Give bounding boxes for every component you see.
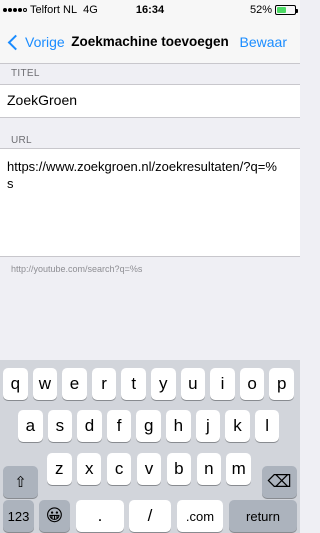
key-e[interactable]: e xyxy=(62,368,87,400)
dotcom-key[interactable]: .com xyxy=(177,500,223,532)
battery-level xyxy=(277,7,286,13)
emoji-key[interactable]: 😀 xyxy=(39,500,70,532)
key-m[interactable]: m xyxy=(226,453,251,485)
key-h[interactable]: h xyxy=(166,410,191,442)
key-u[interactable]: u xyxy=(180,368,206,400)
status-bar: Telfort NL 4G 16:34 52% xyxy=(0,0,300,20)
back-button-label: Vorige xyxy=(25,34,65,50)
key-z[interactable]: z xyxy=(47,453,72,485)
key-b[interactable]: b xyxy=(166,453,192,485)
key-s[interactable]: s xyxy=(47,410,73,442)
key-r[interactable]: r xyxy=(91,368,117,400)
url-field[interactable]: https://www.zoekgroen.nl/zoekresultaten/… xyxy=(7,158,277,192)
backspace-key[interactable]: ⌫ xyxy=(262,466,297,498)
backspace-icon: ⌫ xyxy=(267,472,292,491)
key-n[interactable]: n xyxy=(196,453,222,485)
url-section-header: URL xyxy=(11,135,32,146)
battery-tip xyxy=(296,9,298,13)
url-example-hint: http://youtube.com/search?q=%s xyxy=(11,264,143,274)
keyboard: ⇧ ⌫ 123 😀 . / .com return qwertyuiop asdf… xyxy=(0,360,300,533)
key-d[interactable]: d xyxy=(77,410,102,442)
key-p[interactable]: p xyxy=(269,368,294,400)
key-x[interactable]: x xyxy=(76,453,102,485)
page-title: Zoekmachine toevoegen xyxy=(71,34,229,49)
chevron-left-icon xyxy=(7,34,24,50)
save-button[interactable]: Bewaar xyxy=(240,20,287,64)
key-l[interactable]: l xyxy=(254,410,280,442)
return-key[interactable]: return xyxy=(229,500,297,532)
back-button[interactable]: Vorige xyxy=(6,20,65,64)
key-g[interactable]: g xyxy=(136,410,161,442)
key-k[interactable]: k xyxy=(225,410,250,442)
key-o[interactable]: o xyxy=(239,368,265,400)
title-field[interactable]: ZoekGroen xyxy=(7,92,77,108)
title-section-header: TITEL xyxy=(11,68,40,79)
key-f[interactable]: f xyxy=(106,410,132,442)
title-field-cell[interactable]: ZoekGroen xyxy=(0,84,300,118)
navigation-bar: Vorige Zoekmachine toevoegen Bewaar xyxy=(0,20,300,64)
key-a[interactable]: a xyxy=(18,410,43,442)
key-w[interactable]: w xyxy=(32,368,58,400)
battery-percentage: 52% xyxy=(249,4,272,16)
url-field-cell[interactable]: https://www.zoekgroen.nl/zoekresultaten/… xyxy=(0,148,300,257)
dot-key[interactable]: . xyxy=(76,500,124,532)
numbers-key[interactable]: 123 xyxy=(3,500,34,532)
emoji-icon: 😀 xyxy=(45,506,64,525)
shift-icon: ⇧ xyxy=(14,474,27,491)
key-v[interactable]: v xyxy=(136,453,162,485)
key-t[interactable]: t xyxy=(121,368,146,400)
key-q[interactable]: q xyxy=(3,368,28,400)
battery-icon xyxy=(275,5,298,15)
status-right: 52% xyxy=(249,4,298,16)
key-j[interactable]: j xyxy=(195,410,221,442)
key-y[interactable]: y xyxy=(151,368,176,400)
key-i[interactable]: i xyxy=(210,368,235,400)
key-c[interactable]: c xyxy=(106,453,132,485)
shift-key[interactable]: ⇧ xyxy=(3,466,38,498)
slash-key[interactable]: / xyxy=(129,500,171,532)
